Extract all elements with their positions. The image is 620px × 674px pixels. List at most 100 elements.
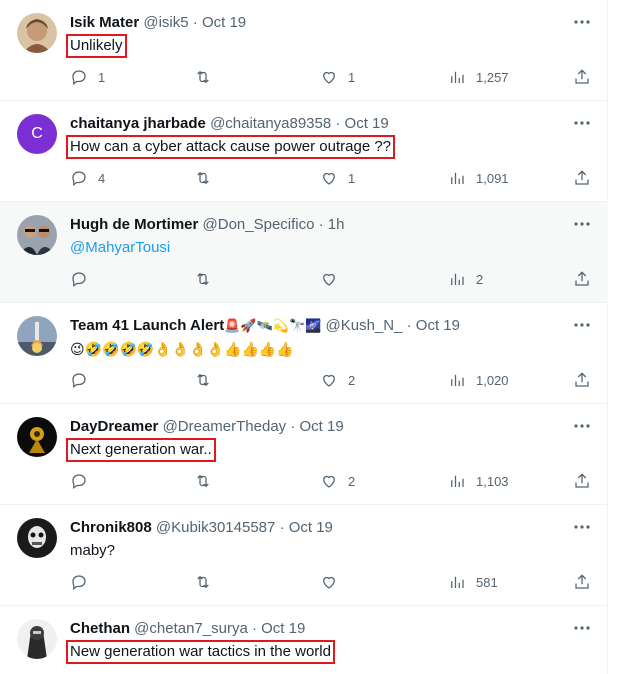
author-name[interactable]: Chronik808 [70,519,152,536]
reply-button[interactable] [70,369,88,391]
retweet-button[interactable] [194,167,212,189]
tweet[interactable]: Chethan @chetan7_surya · Oct 19 New gene… [0,606,608,674]
share-button[interactable] [573,268,591,290]
reply-button[interactable]: 4 [70,167,105,189]
share-button[interactable] [573,571,591,593]
share-button[interactable] [573,470,591,492]
tweet-header: Chethan @chetan7_surya · Oct 19 [70,619,305,639]
retweet-button[interactable] [194,369,212,391]
views-button[interactable]: 581 [448,571,498,593]
like-icon [323,273,335,286]
more-icon[interactable] [572,620,592,636]
tweet-actions: 1 1 1,257 [70,66,600,88]
author-name[interactable]: Hugh de Mortimer [70,216,198,233]
author-name[interactable]: Chethan [70,620,130,637]
views-icon [451,71,464,83]
more-icon[interactable] [572,317,592,333]
tweet-actions: 4 1 1,091 [70,167,600,189]
views-button[interactable]: 1,020 [448,369,509,391]
retweet-button[interactable] [194,268,212,290]
more-icon[interactable] [572,418,592,434]
retweet-button[interactable] [194,66,212,88]
reply-button[interactable] [70,470,88,492]
reply-count: 1 [98,69,106,85]
reply-icon [72,474,86,490]
author-handle-time[interactable]: @Kubik30145587 · Oct 19 [156,519,333,536]
views-count: 581 [476,574,498,590]
share-button[interactable] [573,369,591,391]
more-icon[interactable] [572,519,592,535]
tweet[interactable]: DayDreamer @DreamerTheday · Oct 19 Next … [0,404,608,505]
views-icon [451,475,464,487]
tweet-header: Chronik808 @Kubik30145587 · Oct 19 [70,518,333,538]
share-button[interactable] [573,66,591,88]
avatar[interactable] [17,215,57,255]
tweet-text: How can a cyber attack cause power outra… [66,135,396,159]
share-icon [575,473,589,488]
reply-icon [72,373,86,389]
tweet[interactable]: Chronik808 @Kubik30145587 · Oct 19 maby?… [0,505,608,606]
like-button[interactable]: 2 [320,369,355,391]
views-count: 1,020 [476,372,509,388]
retweet-button[interactable] [194,571,212,593]
avatar[interactable] [17,13,57,53]
share-icon [575,69,589,84]
like-button[interactable] [320,571,338,593]
mention-link[interactable]: @MahyarTousi [70,238,170,258]
views-button[interactable]: 1,257 [448,66,509,88]
tweet-actions: 2 1,103 [70,470,600,492]
views-button[interactable]: 1,091 [448,167,509,189]
tweet[interactable]: Hugh de Mortimer @Don_Specifico · 1h @Ma… [0,202,608,303]
views-icon [451,273,464,285]
reply-icon [72,575,86,591]
tweet-text: Unlikely [66,34,127,58]
like-button[interactable]: 1 [320,167,355,189]
like-count: 2 [348,372,356,388]
author-handle-time[interactable]: @chetan7_surya · Oct 19 [134,620,305,637]
views-button[interactable]: 2 [448,268,483,290]
retweet-icon [197,70,209,84]
retweet-button[interactable] [194,470,212,492]
author-handle-time[interactable]: @chaitanya89358 · Oct 19 [210,115,389,132]
author-handle-time[interactable]: @Don_Specifico · 1h [203,216,345,233]
more-icon[interactable] [572,115,592,131]
author-handle-time[interactable]: @DreamerTheday · Oct 19 [163,418,344,435]
author-name[interactable]: Isik Mater [70,14,139,31]
share-icon [575,170,589,185]
avatar[interactable] [17,619,57,659]
like-button[interactable]: 1 [320,66,355,88]
like-button[interactable] [320,268,338,290]
like-icon [323,172,335,185]
author-name[interactable]: Team 41 Launch Alert [70,317,224,334]
author-handle-time[interactable]: @Kush_N_ · Oct 19 [326,317,460,334]
retweet-icon [197,474,209,488]
like-count: 1 [348,69,356,85]
share-icon [575,574,589,589]
more-icon[interactable] [572,14,592,30]
tweet-actions: 2 1,020 [70,369,600,391]
like-count: 1 [348,170,356,186]
reply-button[interactable] [70,571,88,593]
like-icon [323,71,335,84]
reply-button[interactable]: 1 [70,66,105,88]
author-handle-time[interactable]: @isik5 · Oct 19 [143,14,246,31]
author-name[interactable]: chaitanya jharbade [70,115,206,132]
avatar[interactable] [17,316,57,356]
tweet[interactable]: Team 41 Launch Alert🚨🚀🛰️💫🔭🌌 @Kush_N_ · O… [0,303,608,404]
avatar[interactable] [17,518,57,558]
avatar[interactable] [17,417,57,457]
tweet[interactable]: Isik Mater @isik5 · Oct 19 Unlikely 1 1 … [0,0,608,101]
author-name[interactable]: DayDreamer [70,418,158,435]
reply-button[interactable] [70,268,88,290]
tweet-text: 😉🤣🤣🤣🤣👌👌👌👌👍👍👍👍 [70,341,294,357]
avatar[interactable]: C [17,114,57,154]
tweet[interactable]: C chaitanya jharbade @chaitanya89358 · O… [0,101,608,202]
tweet-text: maby? [70,542,116,559]
more-icon[interactable] [572,216,592,232]
like-count: 2 [348,473,356,489]
views-button[interactable]: 1,103 [448,470,509,492]
tweet-header: Isik Mater @isik5 · Oct 19 [70,13,246,33]
tweet-actions: 2 [70,268,600,290]
like-button[interactable]: 2 [320,470,355,492]
share-button[interactable] [573,167,591,189]
